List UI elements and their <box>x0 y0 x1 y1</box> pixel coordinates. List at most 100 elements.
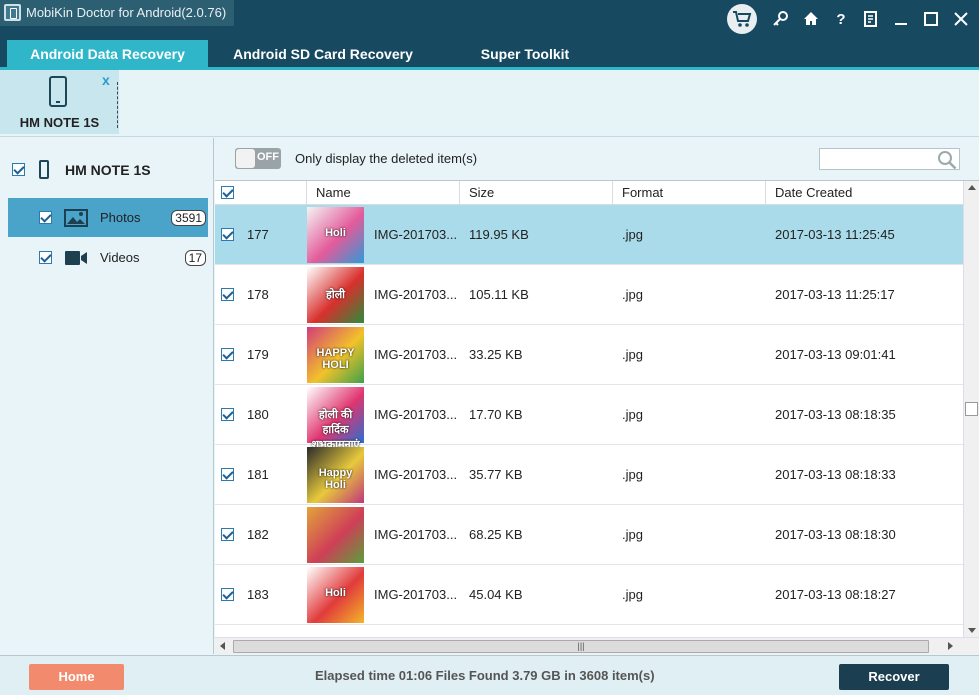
row-file-name: IMG-201703... <box>374 227 458 242</box>
toggle-text: OFF <box>257 151 279 163</box>
window-controls: ? <box>727 4 973 34</box>
row-format: .jpg <box>622 587 643 602</box>
row-date-created: 2017-03-13 08:18:33 <box>775 467 896 482</box>
photo-thumbnail[interactable]: Holi <box>307 207 364 263</box>
thumbnail-caption: HAPPY HOLI <box>316 347 355 371</box>
photo-thumbnail[interactable]: Happy Holi <box>307 447 364 503</box>
app-logo-icon <box>4 4 21 21</box>
column-size[interactable]: Size <box>459 181 612 205</box>
row-size: 119.95 KB <box>469 227 529 242</box>
row-file-name: IMG-201703... <box>374 467 458 482</box>
horizontal-scroll-thumb[interactable]: ||| <box>233 640 929 653</box>
file-table: Name Size Format Date Created 177 IMG-201… <box>215 180 979 654</box>
row-number: 179 <box>247 347 269 362</box>
row-checkbox[interactable] <box>221 408 234 421</box>
thumbnail-caption: Holi <box>325 587 346 599</box>
cart-icon[interactable] <box>727 4 757 34</box>
deleted-only-toggle[interactable]: OFF <box>235 148 281 169</box>
device-divider <box>117 82 118 128</box>
photo-thumbnail[interactable]: Holi <box>307 567 364 623</box>
main-tab-bar: Android Data Recovery Android SD Card Re… <box>0 40 979 68</box>
row-date-created: 2017-03-13 08:18:35 <box>775 407 896 422</box>
maximize-icon[interactable] <box>919 7 943 31</box>
photo-thumbnail[interactable]: होली की हार्दिक शुभकामनाएं <box>307 387 364 451</box>
column-format[interactable]: Format <box>612 181 765 205</box>
row-format: .jpg <box>622 467 643 482</box>
scroll-up-icon[interactable] <box>968 185 976 190</box>
row-file-name: IMG-201703... <box>374 407 458 422</box>
home-icon[interactable] <box>799 7 823 31</box>
sidebar-item-photos[interactable]: Photos 3591 <box>8 198 208 237</box>
register-icon[interactable] <box>859 7 883 31</box>
help-icon[interactable]: ? <box>829 7 853 31</box>
horizontal-scrollbar[interactable]: ||| <box>215 637 979 654</box>
phone-icon <box>39 160 49 179</box>
row-number: 182 <box>247 527 269 542</box>
key-icon[interactable] <box>769 7 793 31</box>
row-format: .jpg <box>622 407 643 422</box>
vertical-scroll-thumb[interactable] <box>965 402 978 416</box>
content-toolbar: OFF Only display the deleted item(s) <box>215 138 979 180</box>
search-icon <box>938 151 957 170</box>
tab-android-data-recovery[interactable]: Android Data Recovery <box>7 40 208 68</box>
row-checkbox[interactable] <box>221 228 234 241</box>
table-row[interactable]: 182 IMG-201703... 68.25 KB .jpg 2017-03-13 0… <box>215 505 963 565</box>
row-checkbox[interactable] <box>221 348 234 361</box>
photo-thumbnail[interactable] <box>307 507 364 563</box>
table-row[interactable]: 181 IMG-201703... 35.77 KB .jpg 2017-03-13 0… <box>215 445 963 505</box>
sidebar-device: HM NOTE 1S <box>12 160 151 179</box>
device-card[interactable]: x HM NOTE 1S <box>0 70 119 134</box>
device-close-icon[interactable]: x <box>102 72 110 88</box>
scroll-left-icon[interactable] <box>220 642 225 650</box>
device-checkbox[interactable] <box>12 163 25 176</box>
search-input[interactable] <box>819 148 960 170</box>
row-date-created: 2017-03-13 08:18:30 <box>775 527 896 542</box>
table-row[interactable]: 183 IMG-201703... 45.04 KB .jpg 2017-03-13 0… <box>215 565 963 625</box>
row-number: 177 <box>247 227 269 242</box>
home-button[interactable]: Home <box>29 664 124 690</box>
table-header: Name Size Format Date Created <box>215 181 963 205</box>
table-row[interactable]: 177 IMG-201703... 119.95 KB .jpg 2017-03-13 … <box>215 205 963 265</box>
sidebar: HM NOTE 1S Photos 3591 Videos 17 <box>0 138 214 654</box>
scroll-right-icon[interactable] <box>948 642 953 650</box>
footer-bar: Home Elapsed time 01:06 Files Found 3.79… <box>0 655 979 695</box>
toggle-knob <box>236 149 255 168</box>
column-name[interactable]: Name <box>306 181 459 205</box>
tab-android-sd-card-recovery[interactable]: Android SD Card Recovery <box>212 40 434 68</box>
row-format: .jpg <box>622 287 643 302</box>
row-date-created: 2017-03-13 11:25:45 <box>775 227 895 242</box>
scroll-down-icon[interactable] <box>968 628 976 633</box>
table-row[interactable]: 180 IMG-201703... 17.70 KB .jpg 2017-03-13 0… <box>215 385 963 451</box>
row-size: 35.77 KB <box>469 467 523 482</box>
row-file-name: IMG-201703... <box>374 287 458 302</box>
row-date-created: 2017-03-13 09:01:41 <box>775 347 896 362</box>
row-size: 45.04 KB <box>469 587 523 602</box>
close-icon[interactable] <box>949 7 973 31</box>
minimize-icon[interactable] <box>889 7 913 31</box>
row-file-name: IMG-201703... <box>374 347 458 362</box>
select-all-checkbox[interactable] <box>221 186 234 199</box>
photo-thumbnail[interactable]: होली <box>307 267 364 323</box>
row-checkbox[interactable] <box>221 288 234 301</box>
thumbnail-caption: होली <box>326 289 345 301</box>
photos-checkbox[interactable] <box>39 211 52 224</box>
column-date-created[interactable]: Date Created <box>765 181 963 205</box>
vertical-scrollbar[interactable] <box>963 181 979 637</box>
table-row[interactable]: 179 IMG-201703... 33.25 KB .jpg 2017-03-13 0… <box>215 325 963 385</box>
videos-checkbox[interactable] <box>39 251 52 264</box>
row-checkbox[interactable] <box>221 528 234 541</box>
row-size: 33.25 KB <box>469 347 523 362</box>
row-checkbox[interactable] <box>221 468 234 481</box>
tab-super-toolkit[interactable]: Super Toolkit <box>460 40 590 68</box>
recover-button[interactable]: Recover <box>839 664 949 690</box>
row-date-created: 2017-03-13 08:18:27 <box>775 587 896 602</box>
row-format: .jpg <box>622 527 643 542</box>
sidebar-item-videos[interactable]: Videos 17 <box>8 238 208 277</box>
row-checkbox[interactable] <box>221 588 234 601</box>
phone-icon <box>49 76 67 107</box>
row-file-name: IMG-201703... <box>374 527 458 542</box>
row-format: .jpg <box>622 347 643 362</box>
status-text: Elapsed time 01:06 Files Found 3.79 GB i… <box>315 668 655 683</box>
photo-thumbnail[interactable]: HAPPY HOLI <box>307 327 364 383</box>
table-row[interactable]: 178 IMG-201703... 105.11 KB .jpg 2017-03-13 … <box>215 265 963 325</box>
